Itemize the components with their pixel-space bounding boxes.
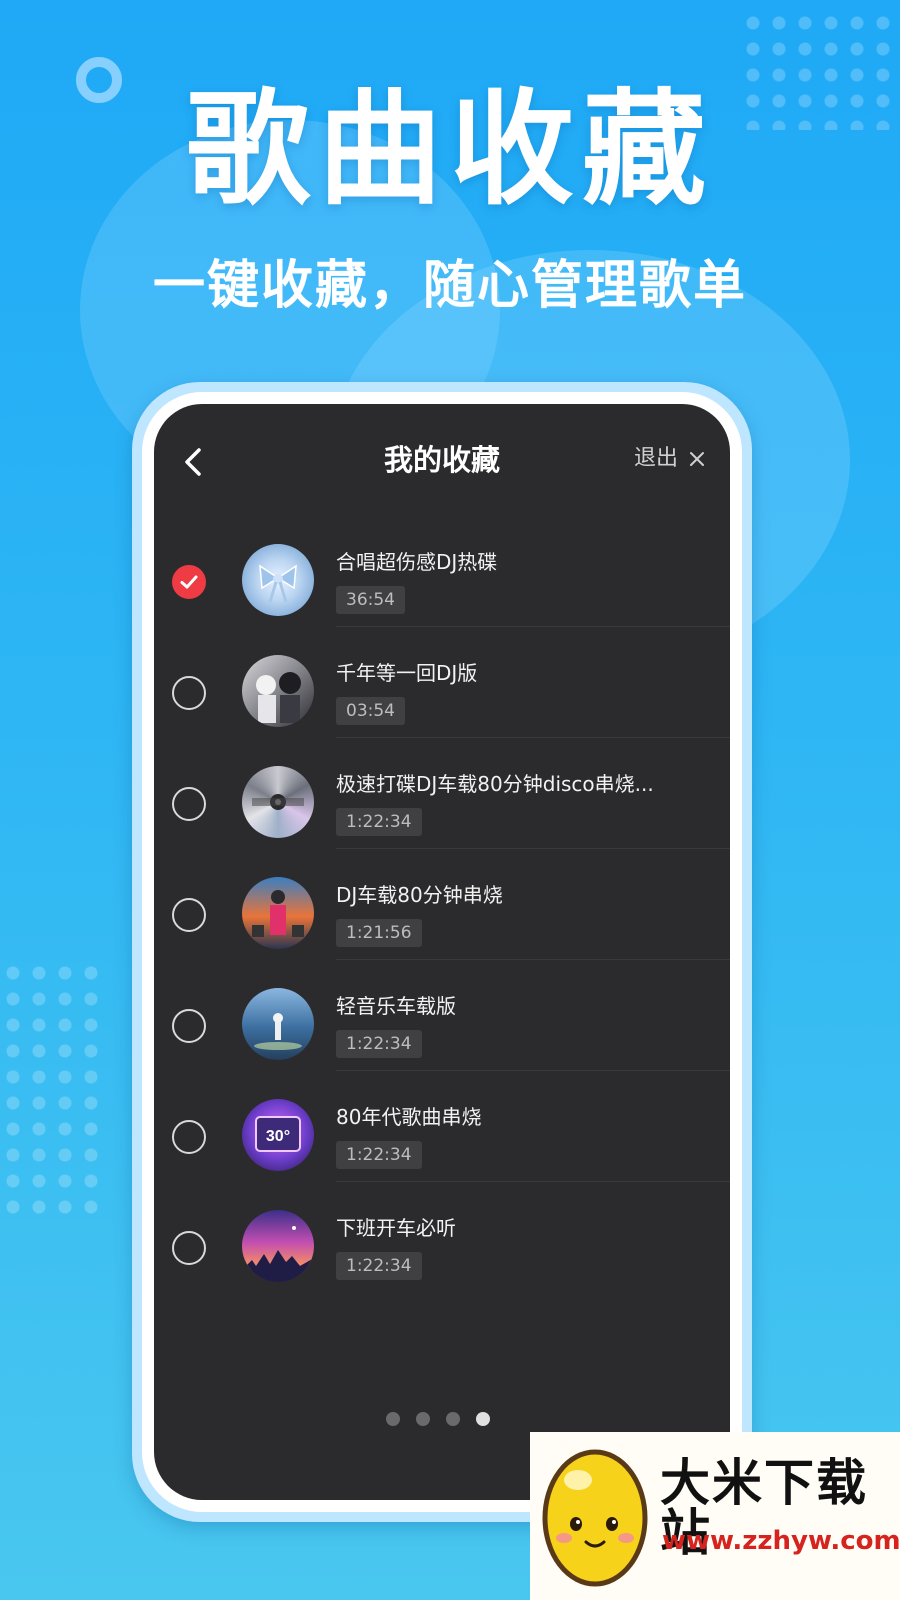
song-title: 80年代歌曲串烧 — [336, 1105, 482, 1129]
select-checkbox[interactable] — [172, 1231, 206, 1265]
song-title: 合唱超伤感DJ热碟 — [336, 550, 498, 574]
decorative-dots — [0, 960, 110, 1220]
duration-badge: 1:22:34 — [336, 1141, 422, 1170]
select-checkbox[interactable] — [172, 565, 206, 599]
nav-bar: 我的收藏 退出 — [154, 404, 730, 524]
song-cover: 30° — [242, 1099, 314, 1171]
list-item[interactable]: 合唱超伤感DJ热碟 36:54 — [154, 542, 730, 653]
divider — [336, 737, 730, 738]
song-cover — [242, 877, 314, 949]
phone-mockup: 我的收藏 退出 合唱超伤感DJ热碟 36:54 千年等一回DJ版 03:54 极… — [132, 382, 752, 1522]
select-checkbox[interactable] — [172, 1120, 206, 1154]
select-checkbox[interactable] — [172, 787, 206, 821]
select-checkbox[interactable] — [172, 1009, 206, 1043]
song-title: 千年等一回DJ版 — [336, 661, 478, 685]
page-dot[interactable] — [386, 1412, 400, 1426]
song-cover — [242, 988, 314, 1060]
select-checkbox[interactable] — [172, 898, 206, 932]
list-item[interactable]: 轻音乐车载版 1:22:34 — [154, 986, 730, 1097]
divider — [336, 1070, 730, 1071]
page-dot[interactable] — [446, 1412, 460, 1426]
song-cover — [242, 1210, 314, 1282]
divider — [336, 848, 730, 849]
list-item[interactable]: 极速打碟DJ车载80分钟disco串烧... 1:22:34 — [154, 764, 730, 875]
song-title: 轻音乐车载版 — [336, 994, 456, 1018]
select-checkbox[interactable] — [172, 676, 206, 710]
song-cover — [242, 544, 314, 616]
duration-badge: 1:22:34 — [336, 1252, 422, 1281]
duration-badge: 1:21:56 — [336, 919, 422, 948]
hero-title: 歌曲收藏 — [185, 78, 714, 222]
watermark-url: www.zzhyw.com — [662, 1526, 900, 1556]
list-item[interactable]: 30° 80年代歌曲串烧 1:22:34 — [154, 1097, 730, 1208]
divider — [336, 626, 730, 627]
duration-badge: 03:54 — [336, 697, 405, 726]
song-title: 下班开车必听 — [336, 1216, 456, 1240]
close-icon — [690, 452, 704, 466]
rice-mascot-logo — [542, 1449, 648, 1587]
watermark: 大米下载站 www.zzhyw.com — [530, 1432, 900, 1600]
page-dot[interactable] — [416, 1412, 430, 1426]
duration-badge: 1:22:34 — [336, 808, 422, 837]
list-item[interactable]: 下班开车必听 1:22:34 — [154, 1208, 730, 1319]
hero-subtitle: 一键收藏，随心管理歌单 — [152, 256, 747, 316]
divider — [336, 1181, 730, 1182]
song-cover — [242, 655, 314, 727]
list-item[interactable]: 千年等一回DJ版 03:54 — [154, 653, 730, 764]
svg-text:30°: 30° — [266, 1128, 290, 1145]
song-cover — [242, 766, 314, 838]
song-title: DJ车载80分钟串烧 — [336, 883, 503, 907]
list-item[interactable]: DJ车载80分钟串烧 1:21:56 — [154, 875, 730, 986]
check-icon — [180, 575, 198, 589]
page-dot-active[interactable] — [476, 1412, 490, 1426]
favorites-list: 合唱超伤感DJ热碟 36:54 千年等一回DJ版 03:54 极速打碟DJ车载8… — [154, 542, 730, 1319]
duration-badge: 36:54 — [336, 586, 405, 615]
divider — [336, 959, 730, 960]
page-indicator — [386, 1412, 490, 1426]
exit-button[interactable]: 退出 — [634, 448, 706, 470]
song-title: 极速打碟DJ车载80分钟disco串烧... — [336, 772, 654, 796]
exit-label: 退出 — [633, 446, 678, 471]
duration-badge: 1:22:34 — [336, 1030, 422, 1059]
phone-screen: 我的收藏 退出 合唱超伤感DJ热碟 36:54 千年等一回DJ版 03:54 极… — [154, 404, 730, 1500]
